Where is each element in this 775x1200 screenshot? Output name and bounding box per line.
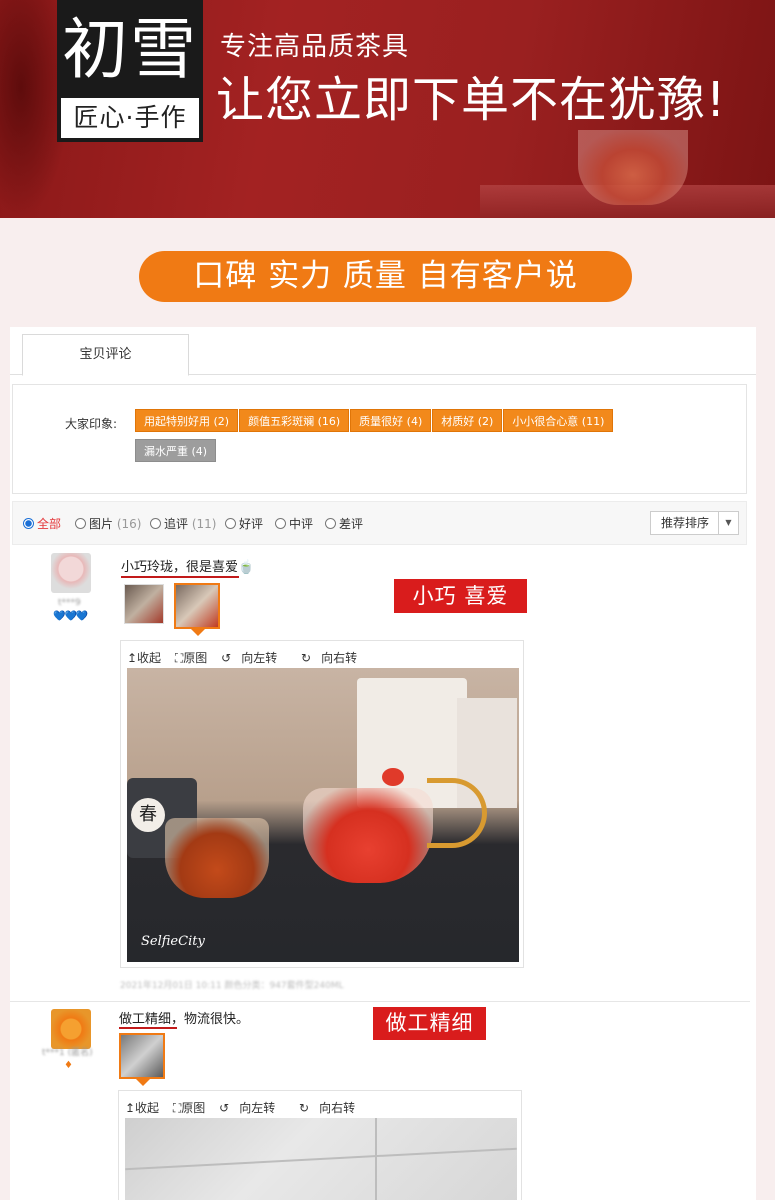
review-thumbnail-selected[interactable] [119, 1033, 165, 1086]
review-text: 做工精细，物流很快。 [119, 1012, 250, 1027]
rotate-left-icon: ↺ [221, 651, 232, 665]
annotation-label: 做工精细 [373, 1007, 486, 1040]
logo-sub-text: 匠心·手作 [61, 98, 199, 138]
review-photo[interactable]: 春 SelfieCity [127, 668, 519, 962]
photo-watermark: SelfieCity [141, 934, 205, 949]
rotate-right-icon: ↻ [299, 1101, 310, 1115]
image-viewer: ↥收起 ⛶原图 ↺ 向左转 ↻ 向右转 春 SelfieCity [120, 640, 524, 968]
collapse-button[interactable]: ↥收起 [125, 1101, 159, 1115]
radio-icon [23, 518, 34, 529]
banner-tagline-large: 让您立即下单不在犹豫! [216, 72, 727, 128]
review-filter-bar: 全部 图片 (16) 追评 (11) 好评 中评 差评 推荐排序 ▼ [12, 501, 747, 545]
filter-pictures[interactable]: 图片 (16) [75, 515, 141, 532]
photo-teapot [303, 788, 433, 883]
rotate-left-button[interactable]: ↺ 向左转 [221, 651, 287, 665]
photo-pitcher [165, 818, 269, 898]
impressions-label: 大家印象: [65, 417, 118, 431]
impression-tag[interactable]: 小小很合心意 (11) [503, 409, 614, 432]
image-viewer: ↥收起 ⛶原图 ↺ 向左转 ↻ 向右转 [118, 1090, 522, 1200]
review-photo[interactable] [125, 1118, 517, 1200]
slogan-pill: 口碑 实力 质量 自有客户说 [139, 251, 632, 302]
review-thumbnail-selected[interactable] [174, 583, 220, 636]
filter-neutral[interactable]: 中评 [275, 515, 313, 532]
photo-tile-line [125, 1147, 517, 1171]
glass-cup-image [578, 130, 688, 205]
username: t***9 [58, 598, 81, 608]
impression-tag[interactable]: 颜值五彩斑斓 (16) [239, 409, 350, 432]
impression-tag[interactable]: 用起特别好用 (2) [135, 409, 239, 432]
rotate-right-button[interactable]: ↻ 向右转 [299, 1101, 365, 1115]
impression-tag[interactable]: 质量很好 (4) [350, 409, 432, 432]
username: t***1 (匿名) [42, 1048, 93, 1058]
review-meta: 2021年12月01日 10:11 颜色分类：947套件型240ML [120, 981, 344, 991]
reviews-panel: 宝贝评论 大家印象: 用起特别好用 (2) 颜值五彩斑斓 (16) 质量很好 (4)… [10, 327, 756, 1200]
review-thumbnail[interactable] [124, 584, 164, 624]
tab-bar: 宝贝评论 [10, 327, 756, 376]
avatar[interactable] [51, 553, 91, 593]
hero-banner: 初雪 匠心·手作 专注高品质茶具 让您立即下单不在犹豫! [0, 0, 775, 218]
filter-all[interactable]: 全部 [23, 515, 61, 532]
annotation-label: 小巧 喜爱 [394, 579, 527, 613]
review-divider [10, 1001, 750, 1002]
buyer-rank: ♦ [64, 1060, 73, 1071]
collapse-button[interactable]: ↥收起 [127, 651, 161, 665]
highlight-underline [119, 1027, 177, 1029]
photo-stamp: 春 [131, 798, 165, 832]
rotate-left-icon: ↺ [219, 1101, 230, 1115]
radio-icon [225, 518, 236, 529]
radio-icon [325, 518, 336, 529]
impression-tag-negative[interactable]: 漏水严重 (4) [135, 439, 217, 462]
chevron-down-icon: ▼ [718, 512, 738, 534]
original-image-button[interactable]: ⛶原图 [173, 1101, 205, 1115]
buyer-rank: 💙💙💙 [53, 611, 88, 622]
filter-negative[interactable]: 差评 [325, 515, 363, 532]
impression-tag[interactable]: 材质好 (2) [432, 409, 503, 432]
pointer-arrow [191, 629, 205, 636]
review-text: 小巧玲珑，很是喜爱🍵 [121, 560, 255, 575]
rotate-right-icon: ↻ [301, 651, 312, 665]
logo-main-text: 初雪 [62, 11, 198, 88]
banner-tagline-small: 专注高品质茶具 [220, 32, 410, 62]
brand-logo: 初雪 匠心·手作 [57, 0, 203, 142]
avatar[interactable] [51, 1009, 91, 1049]
photo-tile-line [375, 1118, 377, 1200]
impressions-box: 大家印象: 用起特别好用 (2) 颜值五彩斑斓 (16) 质量很好 (4) 材质好 (… [12, 384, 747, 494]
tab-reviews[interactable]: 宝贝评论 [22, 334, 189, 376]
rotate-left-button[interactable]: ↺ 向左转 [219, 1101, 285, 1115]
filter-positive[interactable]: 好评 [225, 515, 263, 532]
photo-teapot-lid [382, 768, 404, 786]
rotate-right-button[interactable]: ↻ 向右转 [301, 651, 367, 665]
highlight-underline [121, 576, 239, 578]
sort-dropdown[interactable]: 推荐排序 ▼ [650, 511, 739, 535]
original-image-button[interactable]: ⛶原图 [175, 651, 207, 665]
filter-followup[interactable]: 追评 (11) [150, 515, 216, 532]
radio-icon [75, 518, 86, 529]
viewer-toolbar: ↥收起 ⛶原图 ↺ 向左转 ↻ 向右转 [125, 1099, 375, 1116]
review-item: t***1 (匿名) ♦ 做工精细，物流很快。 做工精细 ↥收起 ⛶原图 ↺ 向左… [10, 1003, 756, 1200]
pointer-arrow [136, 1079, 150, 1086]
impression-tags: 用起特别好用 (2) 颜值五彩斑斓 (16) 质量很好 (4) 材质好 (2) 小小很合… [135, 409, 735, 469]
review-item: t***9 💙💙💙 小巧玲珑，很是喜爱🍵 小巧 喜爱 ↥收起 ⛶原图 ↺ 向左转 … [10, 547, 756, 1002]
radio-icon [275, 518, 286, 529]
radio-icon [150, 518, 161, 529]
viewer-toolbar: ↥收起 ⛶原图 ↺ 向左转 ↻ 向右转 [127, 649, 377, 666]
